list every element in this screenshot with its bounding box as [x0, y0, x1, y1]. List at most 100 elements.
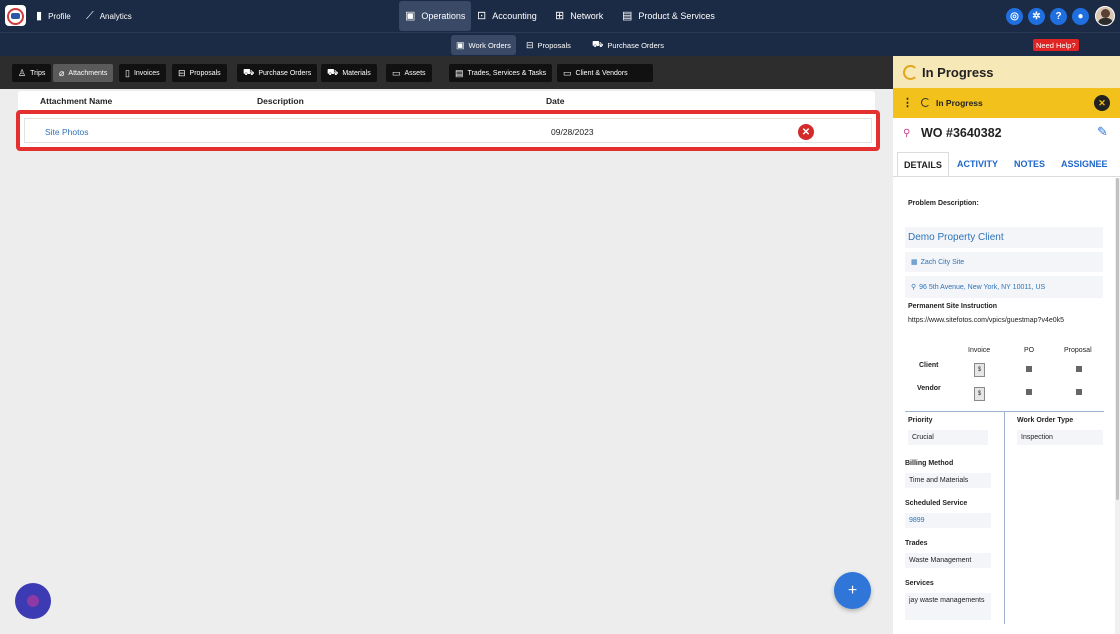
col-description: Description [257, 96, 304, 106]
avatar[interactable] [1095, 6, 1115, 26]
tab-assets[interactable]: ▭ Assets [386, 64, 432, 82]
col-attachment-name: Attachment Name [40, 96, 113, 106]
tab-attachments[interactable]: ⌀ Attachments [53, 64, 114, 82]
cart-icon: ⛟ [243, 67, 255, 77]
nav-products[interactable]: ▤ Product & Services [622, 0, 715, 32]
client-proposal-status [1076, 366, 1082, 372]
tab-trades-services-tasks[interactable]: ▤ Trades, Services & Tasks [449, 64, 553, 82]
settings-icon[interactable]: ✲ [1028, 8, 1045, 25]
attachment-link[interactable]: Site Photos [45, 127, 88, 137]
tab-client-vendors[interactable]: ▭ Client & Vendors [557, 64, 653, 82]
cart-icon: ⛟ [592, 39, 604, 49]
chat-dot [27, 595, 39, 607]
cart-icon: ⛟ [327, 67, 339, 77]
work-order-type-value: Inspection [1017, 430, 1103, 445]
clipboard-icon: ▣ [456, 39, 465, 50]
col-date: Date [546, 96, 565, 106]
need-help-button[interactable]: Need Help? [1033, 39, 1079, 51]
tab-notes[interactable]: NOTES [1008, 152, 1051, 176]
pin-icon: ⚲ [903, 128, 911, 139]
tab-trips[interactable]: ♙ Trips [12, 64, 52, 82]
help-icon[interactable]: ? [1050, 8, 1067, 25]
tab-materials[interactable]: ⛟ Materials [321, 64, 377, 82]
nav-analytics[interactable]: ⟋ Analytics [86, 0, 132, 32]
chat-launcher[interactable] [15, 583, 51, 619]
chat-icon[interactable]: ● [1072, 8, 1089, 25]
paperclip-icon: ⌀ [59, 67, 65, 78]
site-link[interactable]: ▦ Zach City Site [905, 252, 1103, 272]
divider [1004, 411, 1005, 624]
nav-operations[interactable]: ▣ Operations [399, 1, 472, 31]
subnav-work-orders[interactable]: ▣ Work Orders [451, 35, 516, 55]
briefcase-icon: ▤ [622, 9, 633, 22]
client-po-status [1026, 366, 1032, 372]
tab-proposals[interactable]: ⊟ Proposals [172, 64, 227, 82]
wallet-icon: ▭ [392, 67, 401, 78]
document-icon: ⊟ [526, 39, 534, 50]
table-row: Site Photos 09/28/2023 ✕ [16, 110, 880, 151]
nav-network[interactable]: ⊞ Network [555, 0, 603, 32]
plus-icon[interactable]: + [834, 572, 871, 609]
client-name[interactable]: Demo Property Client [905, 227, 1103, 248]
top-nav: ▮ Profile ⟋ Analytics ▣ Operations ⊡ Acc… [0, 0, 1120, 32]
close-circle-icon[interactable]: ✕ [798, 124, 814, 140]
status-bar: ⋮ In Progress ✕ [893, 88, 1120, 118]
address-link[interactable]: ⚲ 96 5th Avenue, New York, NY 10011, US [905, 276, 1103, 298]
priority-label: Priority [908, 417, 933, 424]
work-order-number: WO #3640382 [921, 126, 1002, 140]
clipboard-icon: ▣ [405, 9, 416, 22]
subnav-purchase-orders[interactable]: ⛟ Purchase Orders [587, 35, 669, 55]
invoice-icon: ▯ [125, 67, 130, 78]
network-icon: ⊞ [555, 9, 565, 22]
progress-icon [921, 98, 930, 107]
grid-col-proposal: Proposal [1064, 347, 1092, 354]
table-row-inner: Site Photos 09/28/2023 ✕ [24, 118, 872, 143]
status-header: In Progress [893, 56, 1120, 88]
contact-card-icon: ▭ [563, 67, 572, 78]
target-icon[interactable]: ◎ [1006, 8, 1023, 25]
tab-activity[interactable]: ACTIVITY [951, 152, 1004, 176]
nav-profile[interactable]: ▮ Profile [36, 0, 71, 32]
problem-description-label: Problem Description: [908, 200, 979, 207]
scheduled-service-value[interactable]: 9899 [905, 513, 991, 528]
pencil-icon[interactable]: ✎ [1097, 124, 1108, 140]
nav-accounting[interactable]: ⊡ Accounting [477, 0, 537, 32]
scrollbar-thumb[interactable] [1116, 178, 1119, 500]
tab-assignee[interactable]: ASSIGNEE [1055, 152, 1114, 176]
services-label: Services [905, 580, 934, 587]
permanent-site-instruction-label: Permanent Site Instruction [908, 303, 998, 310]
tab-divider [893, 176, 1120, 177]
grid-col-po: PO [1024, 347, 1035, 354]
invoice-doc-icon[interactable]: $ [974, 387, 985, 401]
building-icon: ▦ [911, 259, 918, 266]
priority-value: Crucial [908, 430, 988, 445]
tab-details[interactable]: DETAILS [897, 152, 949, 176]
vendor-proposal-status [1076, 389, 1082, 395]
services-value: jay waste managements [905, 593, 991, 620]
tab-bar: ♙ Trips ⌀ Attachments ▯ Invoices ⊟ Propo… [0, 56, 893, 89]
progress-icon [903, 64, 918, 80]
kebab-menu-icon[interactable]: ⋮ [902, 96, 913, 109]
tab-purchase-orders[interactable]: ⛟ Purchase Orders [237, 64, 318, 82]
attachment-date: 09/28/2023 [551, 127, 594, 137]
trades-value: Waste Management [905, 553, 991, 568]
invoice-doc-icon[interactable]: $ [974, 363, 985, 377]
scheduled-service-label: Scheduled Service [905, 500, 968, 507]
status-label[interactable]: In Progress [936, 98, 983, 108]
work-order-panel: In Progress ⋮ In Progress ✕ ⚲ WO #364038… [893, 56, 1120, 634]
subnav-proposals[interactable]: ⊟ Proposals [521, 35, 576, 55]
inbox-icon: ⊡ [477, 9, 487, 22]
grid-col-invoice: Invoice [968, 347, 991, 354]
briefcase-icon: ▤ [455, 67, 464, 78]
trades-label: Trades [905, 540, 928, 547]
billing-method-label: Billing Method [905, 460, 954, 467]
location-pin-icon: ⚲ [911, 284, 917, 291]
app-logo[interactable] [5, 5, 26, 26]
close-icon[interactable]: ✕ [1094, 95, 1110, 111]
tab-invoices[interactable]: ▯ Invoices [119, 64, 166, 82]
billing-method-value: Time and Materials [905, 473, 991, 488]
chart-icon: ⟋ [86, 9, 94, 22]
permanent-site-instruction-url: https://www.sitefotos.com/vpics/guestmap… [908, 317, 1065, 324]
work-order-type-label: Work Order Type [1017, 417, 1074, 424]
sub-nav: ▣ Work Orders ⊟ Proposals ⛟ Purchase Ord… [0, 32, 1120, 56]
